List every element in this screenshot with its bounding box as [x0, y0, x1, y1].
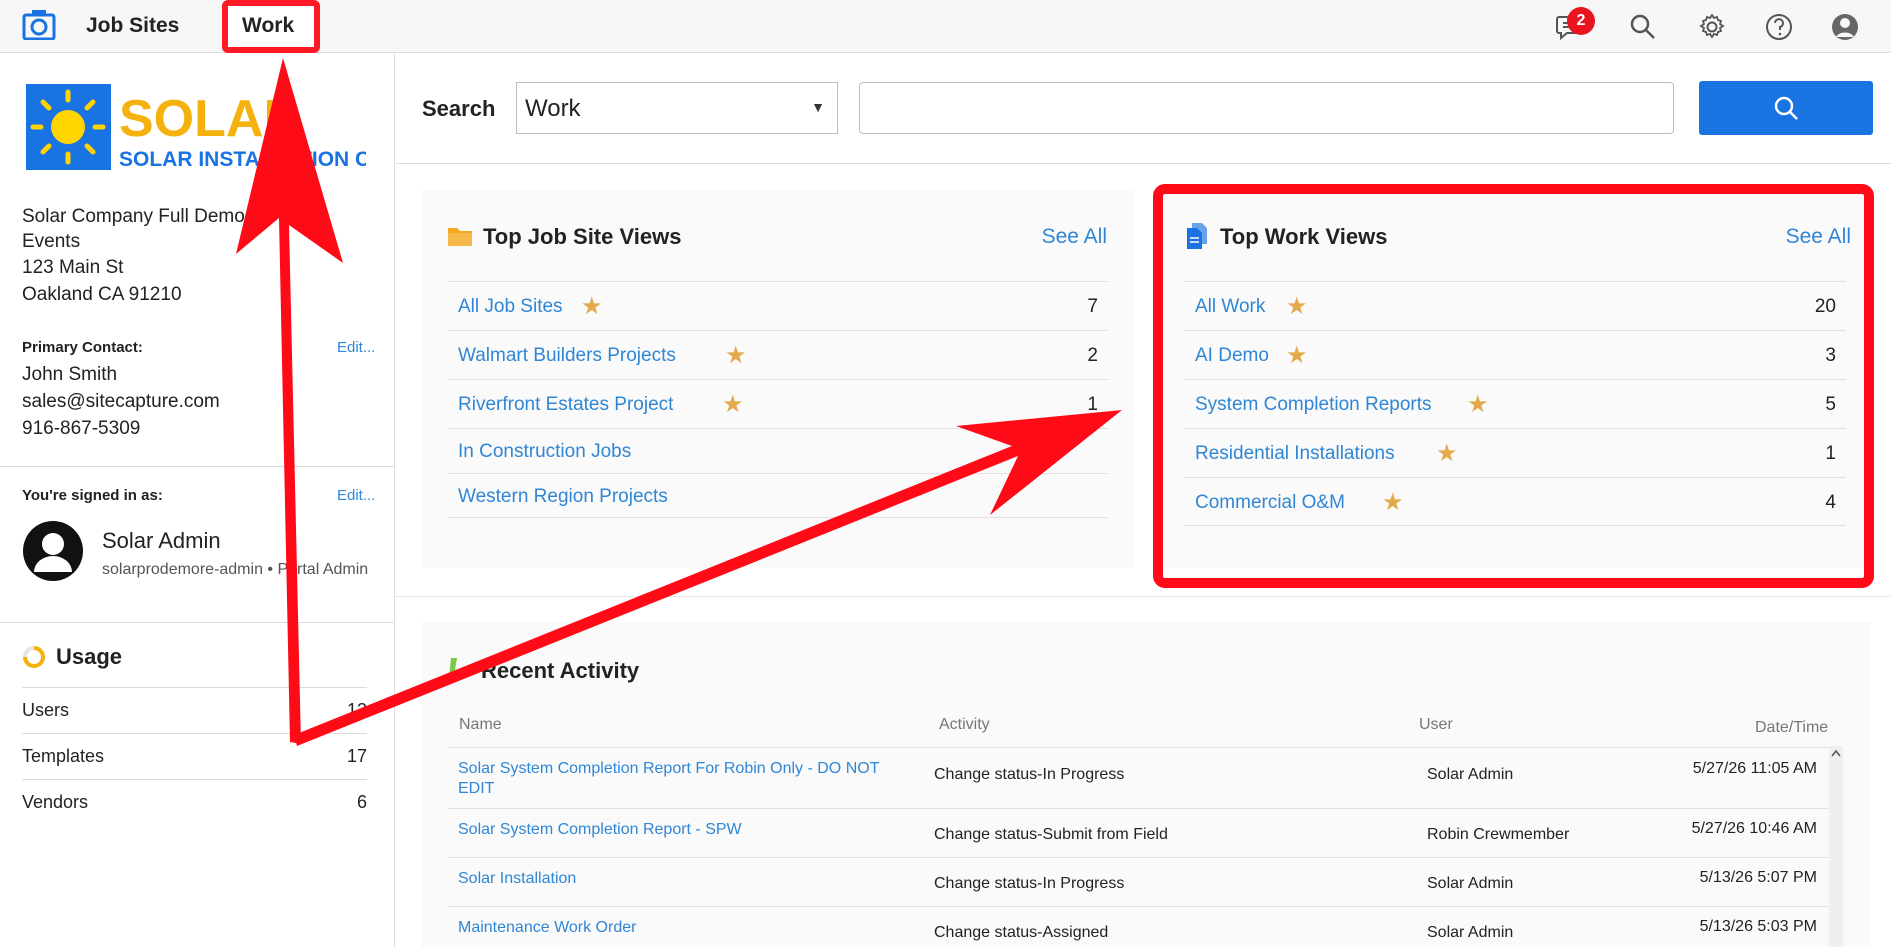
recent-activity-title: Recent Activity — [481, 658, 640, 683]
column-header-name[interactable]: Name — [459, 716, 502, 734]
edit-contact-link[interactable]: Edit... — [337, 339, 375, 356]
job-site-view-row[interactable]: In Construction Jobs — [447, 428, 1108, 473]
usage-label: Users — [22, 700, 70, 720]
work-views-highlight-box — [1153, 184, 1874, 588]
search-input[interactable] — [859, 82, 1674, 134]
activity-icon — [449, 658, 465, 678]
table-row[interactable]: Solar System Completion Report For Robin… — [447, 747, 1829, 808]
notification-badge[interactable]: 2 — [1567, 7, 1595, 35]
section-divider — [396, 596, 1891, 597]
search-icon[interactable] — [1628, 12, 1658, 42]
usage-row-users: Users 13 — [22, 687, 367, 733]
view-name-link[interactable]: Walmart Builders Projects — [458, 345, 676, 367]
search-button[interactable] — [1699, 81, 1873, 135]
view-name-link[interactable]: Western Region Projects — [458, 486, 668, 508]
usage-label: Templates — [22, 746, 105, 766]
activity-name-link[interactable]: Maintenance Work Order — [458, 918, 898, 938]
dropdown-arrow-icon: ▼ — [811, 99, 825, 115]
star-icon[interactable]: ★ — [722, 390, 744, 419]
sidebar: SOLAR SOLAR INSTALLATION CO. Solar Compa… — [0, 54, 395, 947]
job-site-views-see-all-link[interactable]: See All — [1042, 225, 1107, 249]
usage-value: 6 — [356, 792, 367, 812]
activity-user: Robin Crewmember — [1427, 826, 1570, 843]
activity-name-link[interactable]: Solar Installation — [458, 869, 898, 889]
activity-user: Solar Admin — [1427, 924, 1514, 941]
view-name-link[interactable]: In Construction Jobs — [458, 441, 631, 463]
star-icon[interactable]: ★ — [581, 292, 603, 321]
user-account-icon[interactable] — [1830, 12, 1860, 42]
activity-description: Change status-Submit from Field — [934, 826, 1168, 843]
search-label: Search — [422, 96, 496, 121]
table-row[interactable]: Solar Installation Change status-In Prog… — [447, 857, 1829, 906]
activity-datetime: 5/27/26 11:05 AM — [1692, 760, 1817, 777]
top-navigation-bar: Job Sites Work 2 — [0, 0, 1891, 53]
table-row[interactable]: Maintenance Work Order Change status-Ass… — [447, 906, 1829, 947]
activity-user: Solar Admin — [1427, 766, 1514, 783]
job-site-view-row[interactable]: Riverfront Estates Project ★ 1 — [447, 379, 1108, 428]
contact-name: John Smith — [22, 364, 118, 385]
job-site-view-row[interactable]: Walmart Builders Projects ★ 2 — [447, 330, 1108, 379]
search-bar: Search Work ▼ — [396, 54, 1891, 164]
sitecapture-logo-icon[interactable] — [22, 10, 56, 40]
company-logo: SOLAR SOLAR INSTALLATION CO. — [26, 84, 366, 171]
search-type-select[interactable]: Work ▼ — [516, 82, 838, 134]
table-row[interactable]: Solar System Completion Report - SPW Cha… — [447, 808, 1829, 857]
recent-activity-card: Recent Activity Name Activity User Date/… — [421, 622, 1871, 947]
signed-in-label: You're signed in as: — [22, 487, 163, 504]
usage-icon — [23, 646, 45, 668]
usage-row-templates: Templates 17 — [22, 733, 367, 779]
sidebar-divider — [0, 622, 395, 623]
user-detail: solarprodemore-admin • Portal Admin — [102, 561, 369, 578]
activity-name-link[interactable]: Solar System Completion Report For Robin… — [458, 759, 898, 799]
company-logo-subtext: SOLAR INSTALLATION CO. — [119, 148, 366, 171]
edit-user-link[interactable]: Edit... — [337, 487, 375, 504]
usage-row-vendors: Vendors 6 — [22, 779, 367, 825]
gear-icon[interactable] — [1697, 12, 1727, 42]
user-name: Solar Admin — [102, 528, 221, 553]
view-count: 1 — [1087, 394, 1098, 415]
contact-phone: 916-867-5309 — [22, 418, 141, 439]
company-logo-text: SOLAR — [119, 90, 301, 148]
scroll-up-icon[interactable] — [1831, 749, 1841, 757]
job-site-view-row[interactable]: All Job Sites ★ 7 — [447, 281, 1108, 330]
usage-title: Usage — [56, 644, 123, 669]
contact-email-link[interactable]: sales@sitecapture.com — [22, 391, 220, 413]
activity-description: Change status-Assigned — [934, 924, 1109, 941]
nav-work[interactable]: Work — [242, 14, 294, 38]
top-job-site-views-title: Top Job Site Views — [483, 224, 682, 249]
usage-value: 17 — [346, 746, 367, 766]
activity-name-link[interactable]: Solar System Completion Report - SPW — [458, 820, 898, 840]
help-icon[interactable] — [1764, 12, 1794, 42]
view-name-link[interactable]: All Job Sites — [458, 296, 563, 318]
activity-datetime: 5/13/26 5:07 PM — [1699, 869, 1817, 886]
top-job-site-views-card: Top Job Site Views See All All Job Sites… — [421, 190, 1133, 568]
column-header-activity[interactable]: Activity — [939, 716, 990, 734]
activity-scrollbar[interactable] — [1829, 746, 1843, 947]
activity-datetime: 5/27/26 10:46 AM — [1691, 820, 1817, 837]
view-name-link[interactable]: Riverfront Estates Project — [458, 394, 673, 416]
nav-job-sites[interactable]: Job Sites — [86, 14, 179, 38]
address-line-2: Oakland CA 91210 — [22, 284, 182, 305]
view-count: 2 — [1087, 345, 1098, 366]
folder-icon — [448, 228, 472, 246]
activity-description: Change status-In Progress — [934, 766, 1125, 783]
star-icon[interactable]: ★ — [725, 341, 747, 370]
column-header-user[interactable]: User — [1419, 716, 1453, 734]
usage-label: Vendors — [22, 792, 89, 812]
activity-datetime: 5/13/26 5:03 PM — [1699, 918, 1817, 935]
company-name: Solar Company Full Demo for Trade Events — [22, 206, 327, 252]
search-type-value: Work — [525, 95, 581, 122]
sidebar-divider — [0, 466, 395, 467]
job-site-view-row[interactable]: Western Region Projects — [447, 473, 1108, 518]
address-line-1: 123 Main St — [22, 257, 124, 278]
view-count: 7 — [1087, 296, 1098, 317]
activity-user: Solar Admin — [1427, 875, 1514, 892]
primary-contact-label: Primary Contact: — [22, 339, 143, 356]
activity-description: Change status-In Progress — [934, 875, 1125, 892]
column-header-datetime[interactable]: Date/Time — [1755, 719, 1828, 737]
avatar — [23, 521, 83, 581]
search-icon — [1774, 96, 1798, 120]
usage-value: 13 — [346, 700, 367, 720]
